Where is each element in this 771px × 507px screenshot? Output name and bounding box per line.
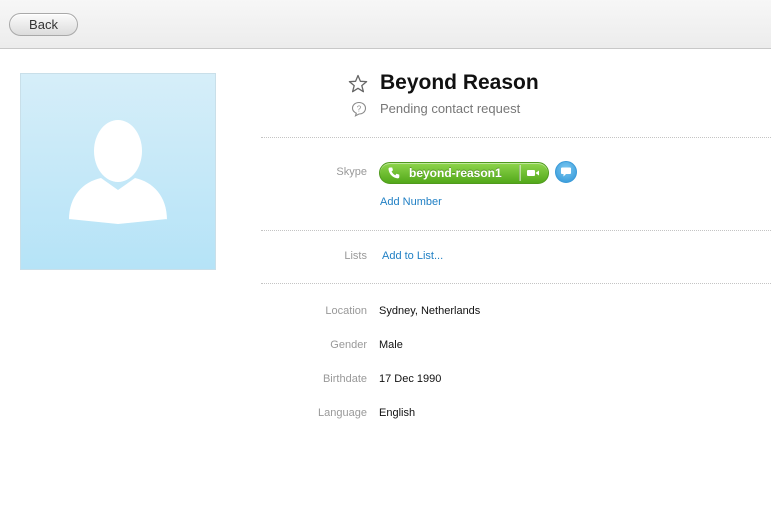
language-value: English — [379, 407, 416, 419]
phone-icon — [388, 167, 400, 179]
status-text: Pending contact request — [380, 101, 521, 116]
toolbar: Back — [0, 0, 771, 49]
skype-label: Skype — [336, 166, 367, 178]
skype-username: beyond-reason1 — [409, 166, 502, 180]
gender-label: Gender — [330, 339, 367, 351]
chat-button[interactable] — [555, 161, 577, 183]
divider — [261, 230, 771, 231]
back-button[interactable]: Back — [9, 13, 78, 36]
star-outline-icon[interactable] — [348, 74, 368, 94]
birthdate-label: Birthdate — [322, 373, 367, 385]
add-number-link[interactable]: Add Number — [380, 196, 442, 208]
contact-name: Beyond Reason — [380, 71, 539, 94]
gender-value: Male — [379, 339, 403, 351]
add-to-list-link[interactable]: Add to List... — [382, 250, 443, 262]
divider — [261, 283, 771, 284]
location-value: Sydney, Netherlands — [379, 305, 481, 317]
question-bubble-icon: ? — [351, 101, 367, 117]
lists-label: Lists — [344, 250, 367, 262]
svg-text:?: ? — [357, 104, 362, 113]
person-silhouette-icon — [69, 120, 167, 224]
video-camera-icon[interactable] — [526, 168, 540, 178]
chat-bubble-icon — [561, 167, 571, 177]
language-label: Language — [318, 407, 367, 419]
location-label: Location — [325, 305, 367, 317]
birthdate-value: 17 Dec 1990 — [379, 373, 442, 385]
skype-call-button[interactable]: beyond-reason1 — [379, 162, 549, 184]
button-separator — [519, 165, 521, 181]
avatar — [20, 73, 216, 270]
divider — [261, 137, 771, 138]
